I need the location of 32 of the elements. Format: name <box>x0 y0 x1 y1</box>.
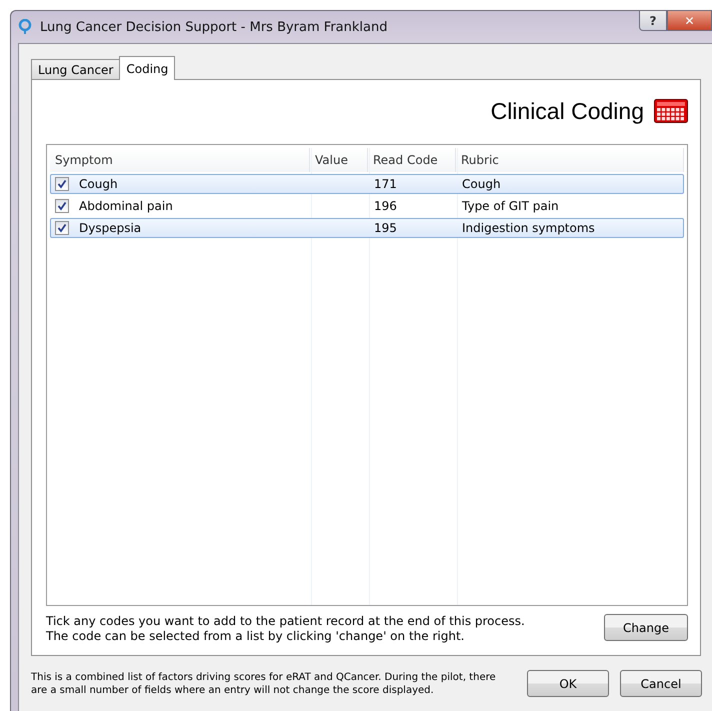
checkbox[interactable] <box>55 199 69 213</box>
checkbox[interactable] <box>55 221 69 235</box>
tab[interactable]: Coding <box>119 56 176 80</box>
column-header[interactable]: Rubric <box>456 148 684 172</box>
change-button[interactable]: Change <box>604 614 688 641</box>
footer-note: This is a combined list of factors driving scores for eRAT and QCancer. During the pilot, there are a small number of fields where an entry will not change the score displayed. <box>31 670 497 696</box>
table-row[interactable]: Dyspepsia 195 Indigestion symptoms <box>50 218 684 238</box>
column-header[interactable]: Symptom <box>50 148 310 172</box>
cancel-button[interactable]: Cancel <box>620 670 702 697</box>
ok-button[interactable]: OK <box>527 670 609 697</box>
checkbox[interactable] <box>55 177 69 191</box>
table-row[interactable]: Abdominal pain 196 Type of GIT pain <box>50 196 684 216</box>
section-heading: Clinical Coding <box>490 98 644 124</box>
table-cell-text: Indigestion symptoms <box>461 221 596 235</box>
column-header[interactable]: Value <box>310 148 368 172</box>
table-cell-text: Dyspepsia <box>78 221 142 235</box>
table-cell-text: Cough <box>78 177 118 191</box>
table-cell-text: Cough <box>461 177 502 191</box>
window-title: Lung Cancer Decision Support - Mrs Byram Frankland <box>40 20 388 34</box>
column-header[interactable]: Read Code <box>368 148 456 172</box>
table-row[interactable]: Cough 171 Cough <box>50 174 684 194</box>
table-cell-text: 196 <box>373 199 398 213</box>
instruction-text: The code can be selected from a list by clicking 'change' on the right. <box>46 629 466 644</box>
table-cell-text: 195 <box>373 221 398 235</box>
table-cell-text: Type of GIT pain <box>461 199 560 213</box>
table-cell-text: Abdominal pain <box>78 199 173 213</box>
calculator-icon <box>654 99 688 123</box>
table-cell-text: 171 <box>373 177 398 191</box>
tab[interactable]: Lung Cancer <box>31 59 120 80</box>
instruction-text: Tick any codes you want to add to the patient record at the end of this process. <box>46 614 525 629</box>
help-button[interactable]: ? <box>639 11 667 31</box>
app-icon <box>18 19 32 35</box>
